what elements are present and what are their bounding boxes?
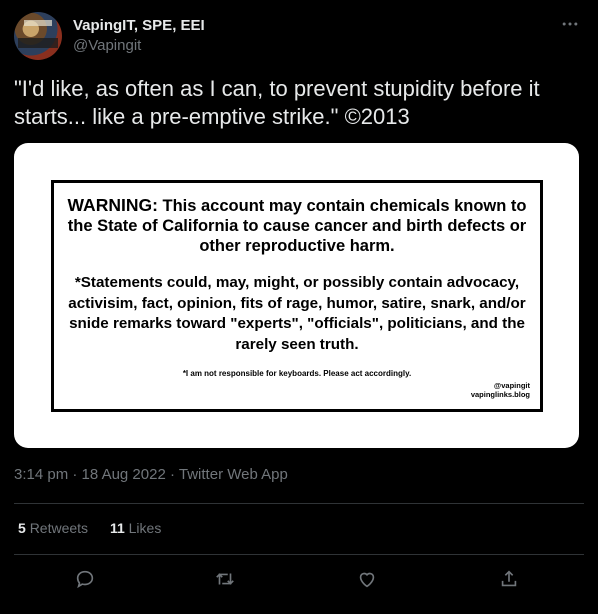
display-name[interactable]: VapingIT, SPE, EEI xyxy=(73,17,205,34)
warning-box: WARNING: This account may contain chemic… xyxy=(51,180,543,412)
tweet-date[interactable]: 18 Aug 2022 xyxy=(82,466,166,483)
tweet-image[interactable]: WARNING: This account may contain chemic… xyxy=(14,143,579,448)
reply-icon[interactable] xyxy=(74,568,98,592)
retweet-icon[interactable] xyxy=(214,568,238,592)
likes-count: 11 xyxy=(109,520,125,536)
tweet-header: VapingIT, SPE, EEI @Vapingit xyxy=(14,10,584,64)
statements-text: *Statements could, may, might, or possib… xyxy=(68,274,526,353)
divider xyxy=(14,503,584,504)
divider xyxy=(14,554,584,555)
warning-heading: WARNING: This account may contain chemic… xyxy=(54,195,540,256)
tweet-meta: 3:14 pm · 18 Aug 2022 · Twitter Web App xyxy=(14,466,288,483)
avatar-detail xyxy=(24,20,52,26)
tweet-time[interactable]: 3:14 pm xyxy=(14,466,68,483)
user-handle[interactable]: @Vapingit xyxy=(73,37,205,54)
credit-handle: @vapingit xyxy=(493,381,530,390)
likes-label: Likes xyxy=(128,520,162,536)
avatar-detail xyxy=(18,38,58,48)
retweets-label: Retweets xyxy=(29,520,89,536)
meta-separator: · xyxy=(72,466,78,483)
tweet-source[interactable]: Twitter Web App xyxy=(179,466,288,483)
likes-stat[interactable]: 11 Likes xyxy=(110,520,161,536)
more-options-icon[interactable] xyxy=(560,14,580,39)
tweet-stats: 5 Retweets 11 Likes xyxy=(18,520,179,536)
footnote-text: *I am not responsible for keyboards. Ple… xyxy=(182,369,412,378)
retweets-count: 5 xyxy=(18,520,26,536)
image-credit: @vapingit vapinglinks.blog xyxy=(471,381,530,399)
action-bar xyxy=(0,560,598,600)
author-names: VapingIT, SPE, EEI @Vapingit xyxy=(73,17,205,54)
meta-separator: · xyxy=(169,466,175,483)
avatar[interactable] xyxy=(14,12,62,60)
warning-label: WARNING: xyxy=(67,195,158,215)
retweets-stat[interactable]: 5 Retweets xyxy=(18,520,92,536)
credit-site: vapinglinks.blog xyxy=(470,390,530,399)
like-icon[interactable] xyxy=(356,568,380,592)
tweet-text: "I'd like, as often as I can, to prevent… xyxy=(14,76,540,129)
share-icon[interactable] xyxy=(498,568,522,592)
